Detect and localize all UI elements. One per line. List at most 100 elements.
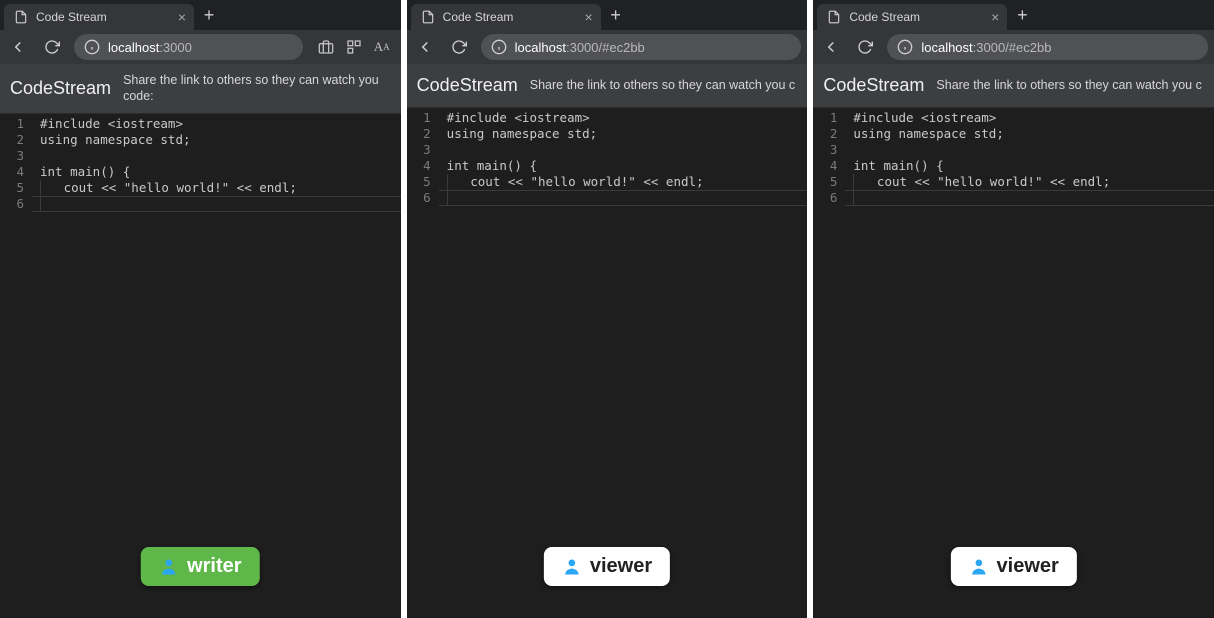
url-text: localhost:3000/#ec2bb (515, 40, 645, 55)
address-bar[interactable]: localhost:3000/#ec2bb (481, 34, 802, 60)
code-line[interactable]: int main() { (40, 164, 401, 180)
refresh-button[interactable] (853, 35, 877, 59)
close-icon[interactable]: × (991, 10, 999, 24)
line-number: 2 (813, 126, 837, 142)
browser-window: Code Stream × + localhost:3000 (0, 0, 401, 618)
url-path: :3000/#ec2bb (973, 40, 1052, 55)
code-editor[interactable]: 123456 #include <iostream>using namespac… (0, 114, 401, 618)
arrow-left-icon (416, 38, 434, 56)
line-number-gutter: 123456 (813, 108, 845, 618)
browser-tab[interactable]: Code Stream × (4, 4, 194, 30)
arrow-left-icon (9, 38, 27, 56)
toolbar: localhost:3000/#ec2bb AA (407, 30, 808, 64)
code-lines[interactable]: #include <iostream>using namespace std; i… (845, 108, 1214, 618)
url-path: :3000 (159, 40, 192, 55)
tab-title: Code Stream (36, 10, 170, 24)
app-tagline: Share the link to others so they can wat… (530, 77, 795, 93)
file-icon (14, 10, 28, 24)
role-label: viewer (997, 555, 1059, 578)
code-line[interactable] (853, 142, 1214, 158)
code-line[interactable] (447, 142, 808, 158)
code-line[interactable]: using namespace std; (40, 132, 401, 148)
browser-tab[interactable]: Code Stream × (411, 4, 601, 30)
line-number: 4 (407, 158, 431, 174)
line-number: 3 (407, 142, 431, 158)
indent-guide (447, 190, 448, 206)
code-line[interactable]: int main() { (447, 158, 808, 174)
address-bar[interactable]: localhost:3000/#ec2bb (887, 34, 1208, 60)
browser-tab[interactable]: Code Stream × (817, 4, 1007, 30)
app-tagline: Share the link to others so they can wat… (936, 77, 1201, 93)
back-button[interactable] (819, 35, 843, 59)
line-number: 4 (813, 158, 837, 174)
line-number: 2 (407, 126, 431, 142)
code-line[interactable] (447, 190, 808, 206)
role-badge: viewer (544, 547, 670, 586)
person-icon (562, 557, 582, 577)
qr-icon[interactable] (345, 38, 363, 56)
person-icon (159, 557, 179, 577)
back-button[interactable] (413, 35, 437, 59)
code-line[interactable] (853, 190, 1214, 206)
info-circle-icon (897, 39, 913, 55)
line-number: 3 (0, 148, 24, 164)
plus-icon: + (204, 5, 215, 26)
code-line[interactable]: #include <iostream> (447, 110, 808, 126)
line-number: 5 (0, 180, 24, 196)
app-logo: CodeStream (417, 75, 518, 96)
code-line[interactable]: cout << "hello world!" << endl; (853, 174, 1214, 190)
refresh-button[interactable] (447, 35, 471, 59)
line-number: 1 (407, 110, 431, 126)
code-line[interactable]: cout << "hello world!" << endl; (447, 174, 808, 190)
url-host: localhost (921, 40, 972, 55)
tab-strip: Code Stream × + (0, 0, 401, 30)
code-line[interactable]: #include <iostream> (853, 110, 1214, 126)
back-button[interactable] (6, 35, 30, 59)
indent-guide (853, 190, 854, 206)
toolbar: localhost:3000/#ec2bb AA (813, 30, 1214, 64)
tab-strip: Code Stream × + (407, 0, 808, 30)
tab-title: Code Stream (443, 10, 577, 24)
code-editor[interactable]: 123456 #include <iostream>using namespac… (813, 108, 1214, 618)
refresh-button[interactable] (40, 35, 64, 59)
text-size-icon[interactable]: AA (373, 38, 391, 56)
address-bar[interactable]: localhost:3000 (74, 34, 303, 60)
refresh-icon (451, 39, 467, 55)
info-circle-icon (491, 39, 507, 55)
person-icon (969, 557, 989, 577)
line-number: 5 (407, 174, 431, 190)
role-badge: viewer (951, 547, 1077, 586)
line-number: 2 (0, 132, 24, 148)
indent-guide (40, 196, 41, 212)
code-line[interactable]: cout << "hello world!" << endl; (40, 180, 401, 196)
browser-window: Code Stream × + localhost:3000/#ec2bb (407, 0, 808, 618)
tab-title: Code Stream (849, 10, 983, 24)
close-icon[interactable]: × (584, 10, 592, 24)
code-line[interactable]: using namespace std; (853, 126, 1214, 142)
new-tab-button[interactable]: + (1007, 0, 1037, 30)
code-line[interactable]: using namespace std; (447, 126, 808, 142)
code-editor[interactable]: 123456 #include <iostream>using namespac… (407, 108, 808, 618)
briefcase-icon[interactable] (317, 38, 335, 56)
code-line[interactable]: int main() { (853, 158, 1214, 174)
line-number-gutter: 123456 (0, 114, 32, 618)
line-number: 3 (813, 142, 837, 158)
code-line[interactable]: #include <iostream> (40, 116, 401, 132)
line-number: 4 (0, 164, 24, 180)
app-logo: CodeStream (823, 75, 924, 96)
code-line[interactable] (40, 148, 401, 164)
line-number-gutter: 123456 (407, 108, 439, 618)
arrow-left-icon (822, 38, 840, 56)
close-icon[interactable]: × (178, 10, 186, 24)
app-banner: CodeStream Share the link to others so t… (407, 64, 808, 108)
role-badge: writer (141, 547, 259, 586)
code-line[interactable] (40, 196, 401, 212)
role-label: viewer (590, 555, 652, 578)
code-lines[interactable]: #include <iostream>using namespace std; i… (32, 114, 401, 618)
new-tab-button[interactable]: + (194, 0, 224, 30)
line-number: 5 (813, 174, 837, 190)
code-lines[interactable]: #include <iostream>using namespace std; i… (439, 108, 808, 618)
toolbar: localhost:3000 AA (0, 30, 401, 64)
new-tab-button[interactable]: + (601, 0, 631, 30)
app-tagline: Share the link to others so they can wat… (123, 72, 391, 105)
